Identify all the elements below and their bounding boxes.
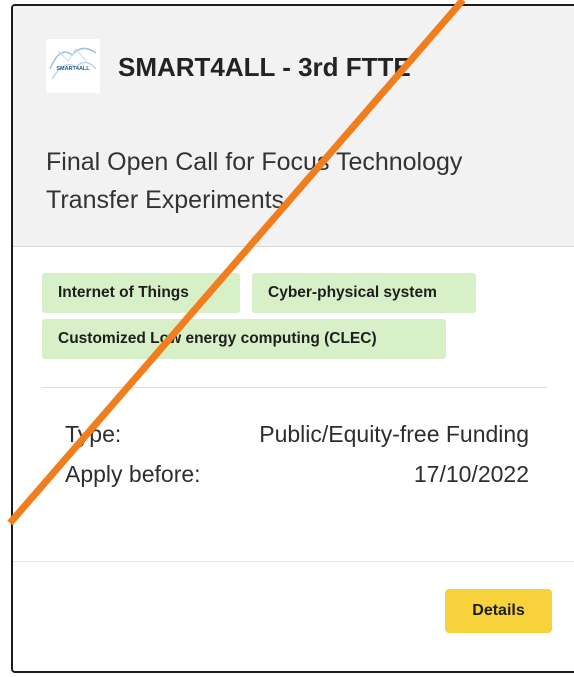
divider [42, 387, 547, 388]
tag-internet-of-things: Internet of Things [42, 273, 240, 313]
info-row-deadline: Apply before: 17/10/2022 [65, 461, 529, 501]
call-card: SMART4ALL SMART4ALL - 3rd FTTE Final Ope… [11, 4, 574, 673]
call-title: Final Open Call for Focus Technology Tra… [46, 148, 463, 214]
card-header: SMART4ALL SMART4ALL - 3rd FTTE Final Ope… [13, 6, 574, 247]
deadline-value: 17/10/2022 [413, 461, 529, 487]
deadline-label: Apply before: [65, 461, 201, 487]
details-button[interactable]: Details [445, 589, 552, 633]
info-row-type: Type: Public/Equity-free Funding [65, 421, 529, 461]
call-info: Type: Public/Equity-free Funding Apply b… [65, 421, 529, 501]
tag-clec: Customized Low energy computing (CLEC) [42, 319, 446, 359]
type-value: Public/Equity-free Funding [259, 421, 529, 447]
tag-cyber-physical-system: Cyber-physical system [252, 273, 476, 313]
svg-text:SMART4ALL: SMART4ALL [56, 66, 90, 72]
footer-divider [13, 561, 574, 562]
type-label: Type: [65, 421, 122, 447]
organization-name: SMART4ALL - 3rd FTTE [118, 52, 411, 82]
organization-logo: SMART4ALL [46, 39, 100, 93]
logo-graphic: SMART4ALL [46, 39, 100, 93]
